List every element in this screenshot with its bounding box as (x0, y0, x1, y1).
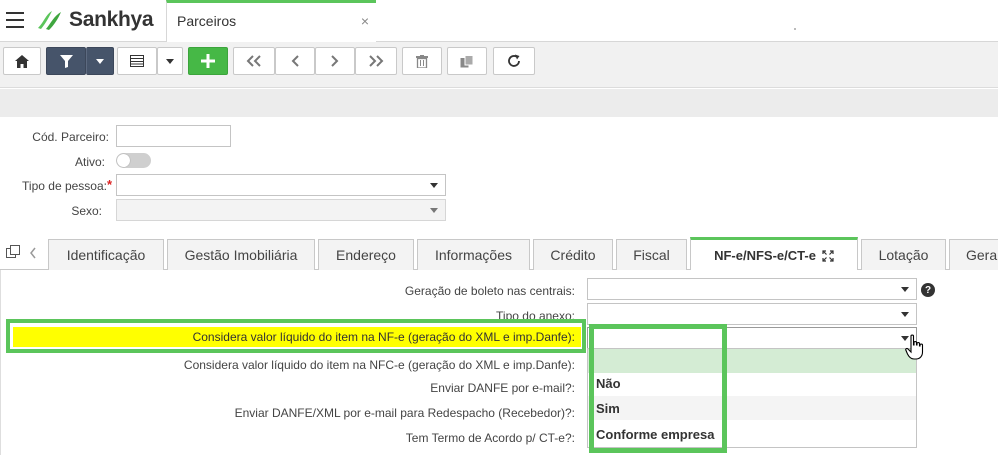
termo-acordo-cte-label: Tem Termo de Acordo p/ CT-e?: (405, 431, 575, 445)
sexo-label: Sexo: (71, 204, 102, 218)
tab-fiscal[interactable]: Fiscal (616, 239, 687, 270)
tabs-row: Identificação Gestão Imobiliária Endereç… (0, 237, 998, 271)
next-record-button[interactable] (315, 47, 355, 75)
add-button[interactable] (188, 47, 228, 75)
toggle-knob (117, 154, 130, 167)
refresh-button[interactable] (493, 47, 535, 75)
dropdown-option-sim[interactable]: Sim (588, 396, 916, 420)
delete-button[interactable] (402, 47, 442, 75)
tab-endereco[interactable]: Endereço (318, 239, 414, 270)
first-icon (246, 55, 261, 67)
close-icon[interactable]: × (361, 13, 369, 29)
home-button[interactable] (3, 47, 41, 75)
home-icon (15, 54, 29, 68)
chevron-down-icon (901, 287, 909, 292)
sankhya-logo-icon (38, 11, 61, 30)
toolbar-band (0, 89, 998, 117)
chevron-down-icon (166, 58, 174, 64)
chevron-down-icon (430, 183, 438, 188)
geracao-boleto-label: Geração de boleto nas centrais: (404, 284, 575, 298)
sexo-select[interactable] (116, 199, 446, 221)
required-mark: * (107, 177, 113, 192)
tab-lotacao[interactable]: Lotação (861, 239, 946, 270)
cod-parceiro-input[interactable] (116, 125, 231, 147)
dropdown-option-conforme-empresa[interactable]: Conforme empresa (588, 422, 916, 446)
geracao-boleto-select[interactable] (587, 278, 917, 300)
first-record-button[interactable] (233, 47, 275, 75)
refresh-icon (508, 54, 520, 67)
considera-valor-liquido-nfce-label: Considera valor líquido do item na NFC-e… (183, 358, 575, 372)
tab-credito[interactable]: Crédito (533, 239, 613, 270)
ativo-toggle[interactable] (116, 153, 151, 168)
last-icon (369, 55, 384, 67)
hand-cursor-icon (905, 334, 924, 360)
enviar-danfe-xml-redespacho-label: Enviar DANFE/XML por e-mail para Redespa… (234, 406, 575, 420)
expand-icon[interactable] (822, 249, 834, 262)
tab-gera[interactable]: Gera (949, 239, 998, 270)
windows-icon[interactable] (6, 245, 20, 259)
sankhya-logo: Sankhya (36, 7, 154, 33)
chevron-down-icon (430, 208, 438, 213)
duplicate-button[interactable] (447, 47, 487, 75)
filter-icon (59, 54, 73, 68)
app-tab-label: Parceiros (177, 13, 237, 29)
chevron-down-icon (901, 312, 909, 317)
dropdown-options-list: Não Sim Conforme empresa (587, 348, 917, 448)
tab-nfe-nfse-cte[interactable]: NF-e/NFS-e/CT-e (690, 237, 858, 271)
hamburger-menu-icon[interactable] (6, 12, 24, 28)
tab-nfe-label: NF-e/NFS-e/CT-e (714, 248, 816, 263)
chevron-down-icon (96, 58, 104, 64)
considera-valor-liquido-nfe-select[interactable] (587, 327, 917, 349)
logo-text: Sankhya (69, 8, 154, 31)
trash-icon (416, 54, 428, 68)
ativo-label: Ativo: (74, 155, 105, 169)
grid-view-dropdown-button[interactable] (157, 47, 183, 75)
considera-valor-liquido-nfe-label: Considera valor líquido do item na NF-e … (192, 330, 575, 344)
tipo-pessoa-label: Tipo de pessoa: (22, 179, 107, 193)
enviar-danfe-label: Enviar DANFE por e-mail?: (430, 381, 575, 395)
help-icon[interactable]: ? (921, 283, 935, 297)
previous-record-button[interactable] (275, 47, 315, 75)
tab-gestao-imobiliaria[interactable]: Gestão Imobiliária (167, 239, 315, 270)
divider-dot (794, 28, 796, 30)
next-icon (331, 55, 339, 67)
toolbar (0, 42, 998, 88)
tipo-pessoa-select[interactable] (116, 174, 446, 196)
top-bar: Sankhya Parceiros × (0, 0, 998, 42)
last-record-button[interactable] (355, 47, 397, 75)
add-icon (201, 54, 215, 68)
copy-icon (460, 54, 474, 67)
filter-dropdown-button[interactable] (86, 47, 114, 75)
cod-parceiro-label: Cód. Parceiro: (32, 130, 109, 144)
grid-icon (130, 55, 144, 67)
app-tab-parceiros[interactable]: Parceiros × (166, 0, 376, 42)
tab-informacoes[interactable]: Informações (417, 239, 530, 270)
previous-icon (291, 55, 299, 67)
filter-button[interactable] (46, 47, 86, 75)
tipo-anexo-select[interactable] (587, 303, 917, 325)
dropdown-option-nao[interactable]: Não (588, 371, 916, 395)
chevron-left-icon[interactable] (29, 247, 37, 259)
grid-view-button[interactable] (117, 47, 157, 75)
dropdown-option-blank[interactable] (588, 349, 916, 373)
tab-identificacao[interactable]: Identificação (48, 239, 164, 270)
